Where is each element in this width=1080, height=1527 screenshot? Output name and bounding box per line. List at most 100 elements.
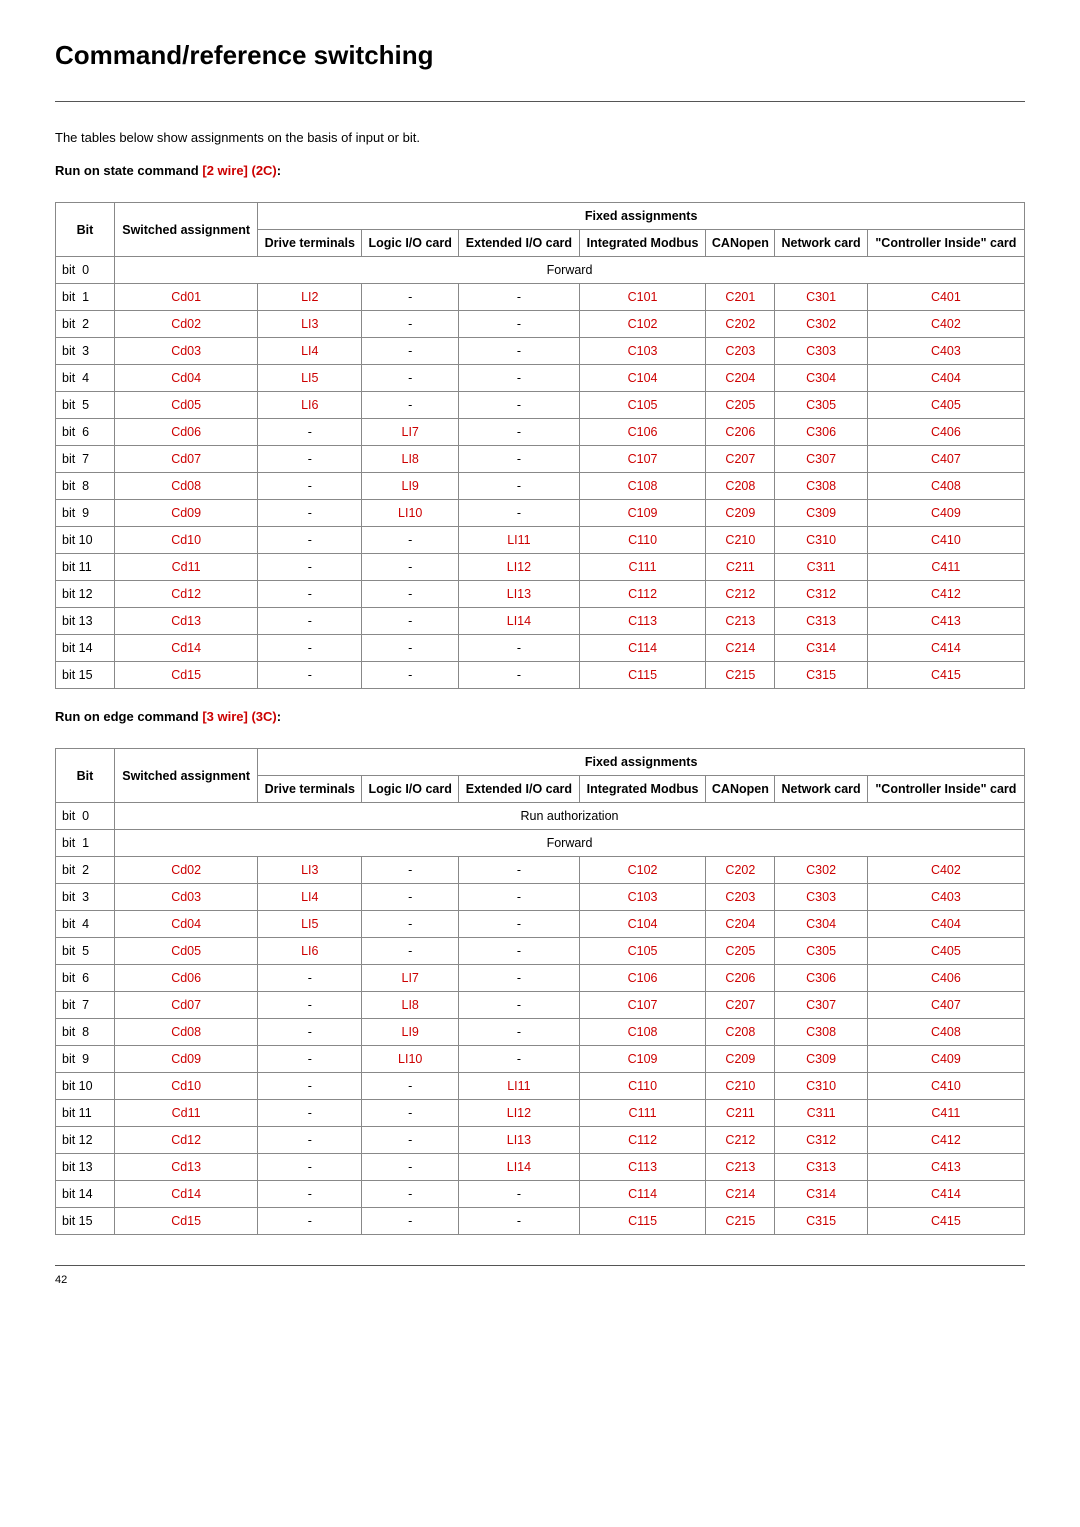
cell-network: C308 (775, 1019, 867, 1046)
cell-value: Cd12 (171, 587, 201, 601)
cell-value: C208 (725, 1025, 755, 1039)
cell-value: - (408, 371, 412, 385)
cell-drive: - (258, 1046, 362, 1073)
cell-value: C315 (806, 1214, 836, 1228)
cell-network: C312 (775, 581, 867, 608)
cell-modbus: C109 (579, 1046, 706, 1073)
cell-canopen: C211 (706, 1100, 775, 1127)
cell-value: Cd09 (171, 506, 201, 520)
cell-drive: - (258, 419, 362, 446)
sub1-red: [2 wire] (2C) (202, 163, 276, 178)
cell-canopen: C212 (706, 581, 775, 608)
cell-value: - (517, 371, 521, 385)
table-row: bit 14Cd14---C114C214C314C414 (56, 635, 1025, 662)
cell-value: C205 (725, 944, 755, 958)
cell-bit: bit 6 (56, 419, 115, 446)
cell-modbus: C106 (579, 419, 706, 446)
cell-bit: bit 12 (56, 581, 115, 608)
cell-extio: LI13 (459, 1127, 580, 1154)
cell-modbus: C105 (579, 392, 706, 419)
cell-value: C412 (931, 587, 961, 601)
table-row: bit 10Cd10--LI11C110C210C310C410 (56, 527, 1025, 554)
cell-value: - (408, 1133, 412, 1147)
cell-switched: Cd11 (115, 554, 258, 581)
cell-controller: C408 (867, 473, 1024, 500)
cell-canopen: C213 (706, 608, 775, 635)
cell-value: C315 (806, 668, 836, 682)
cell-value: C206 (725, 425, 755, 439)
col-network: Network card (775, 230, 867, 257)
cell-value: C201 (725, 290, 755, 304)
cell-logic: - (362, 554, 459, 581)
cell-controller: C403 (867, 884, 1024, 911)
cell-drive: - (258, 1019, 362, 1046)
cell-extio: - (459, 365, 580, 392)
col-controller: "Controller Inside" card (867, 776, 1024, 803)
cell-bit: bit 10 (56, 1073, 115, 1100)
cell-logic: LI10 (362, 500, 459, 527)
cell-drive: LI6 (258, 938, 362, 965)
cell-value: - (517, 917, 521, 931)
cell-value: C403 (931, 344, 961, 358)
cell-switched: Cd04 (115, 365, 258, 392)
table-row: bit 2Cd02LI3--C102C202C302C402 (56, 857, 1025, 884)
cell-value: Cd08 (171, 479, 201, 493)
cell-value: C105 (628, 944, 658, 958)
cell-logic: - (362, 338, 459, 365)
cell-network: C311 (775, 1100, 867, 1127)
table-row: bit 11Cd11--LI12C111C211C311C411 (56, 554, 1025, 581)
cell-switched: Cd15 (115, 1208, 258, 1235)
cell-drive: - (258, 446, 362, 473)
page-number: 42 (55, 1274, 67, 1286)
cell-drive: LI3 (258, 311, 362, 338)
cell-modbus: C114 (579, 1181, 706, 1208)
table-row: bit 0Forward (56, 257, 1025, 284)
cell-value: Cd02 (171, 863, 201, 877)
cell-drive: - (258, 473, 362, 500)
cell-value: - (308, 1214, 312, 1228)
col-drive: Drive terminals (258, 230, 362, 257)
table-row: bit 14Cd14---C114C214C314C414 (56, 1181, 1025, 1208)
cell-value: C110 (628, 533, 657, 547)
cell-modbus: C108 (579, 1019, 706, 1046)
cell-value: C314 (806, 1187, 836, 1201)
cell-value: C104 (628, 371, 658, 385)
cell-value: C107 (628, 998, 658, 1012)
cell-modbus: C102 (579, 311, 706, 338)
table-1: BitSwitched assignmentFixed assignmentsD… (55, 202, 1025, 689)
cell-value: C110 (628, 1079, 657, 1093)
cell-value: LI6 (301, 398, 318, 412)
cell-modbus: C114 (579, 635, 706, 662)
cell-value: Cd12 (171, 1133, 201, 1147)
cell-canopen: C207 (706, 446, 775, 473)
cell-bit: bit 9 (56, 1046, 115, 1073)
divider (55, 101, 1025, 102)
cell-controller: C415 (867, 662, 1024, 689)
cell-extio: - (459, 662, 580, 689)
cell-value: C215 (725, 1214, 755, 1228)
cell-modbus: C113 (579, 608, 706, 635)
cell-network: C307 (775, 446, 867, 473)
table-row: bit 9Cd09-LI10-C109C209C309C409 (56, 1046, 1025, 1073)
cell-value: C302 (806, 863, 836, 877)
cell-value: C113 (628, 614, 657, 628)
cell-value: Cd15 (171, 1214, 201, 1228)
cell-controller: C404 (867, 911, 1024, 938)
cell-value: C311 (807, 1106, 836, 1120)
cell-logic: - (362, 1208, 459, 1235)
cell-value: - (408, 863, 412, 877)
table-row: bit 7Cd07-LI8-C107C207C307C407 (56, 992, 1025, 1019)
cell-bit: bit 4 (56, 365, 115, 392)
cell-controller: C412 (867, 1127, 1024, 1154)
table-row: bit 5Cd05LI6--C105C205C305C405 (56, 392, 1025, 419)
cell-switched: Cd07 (115, 992, 258, 1019)
cell-value: - (308, 1133, 312, 1147)
cell-controller: C406 (867, 419, 1024, 446)
cell-value: - (308, 1025, 312, 1039)
cell-value: LI11 (507, 1079, 530, 1093)
cell-value: C209 (725, 506, 755, 520)
cell-value: C414 (931, 641, 961, 655)
cell-value: C410 (931, 533, 961, 547)
col-bit: Bit (56, 203, 115, 257)
cell-logic: LI10 (362, 1046, 459, 1073)
